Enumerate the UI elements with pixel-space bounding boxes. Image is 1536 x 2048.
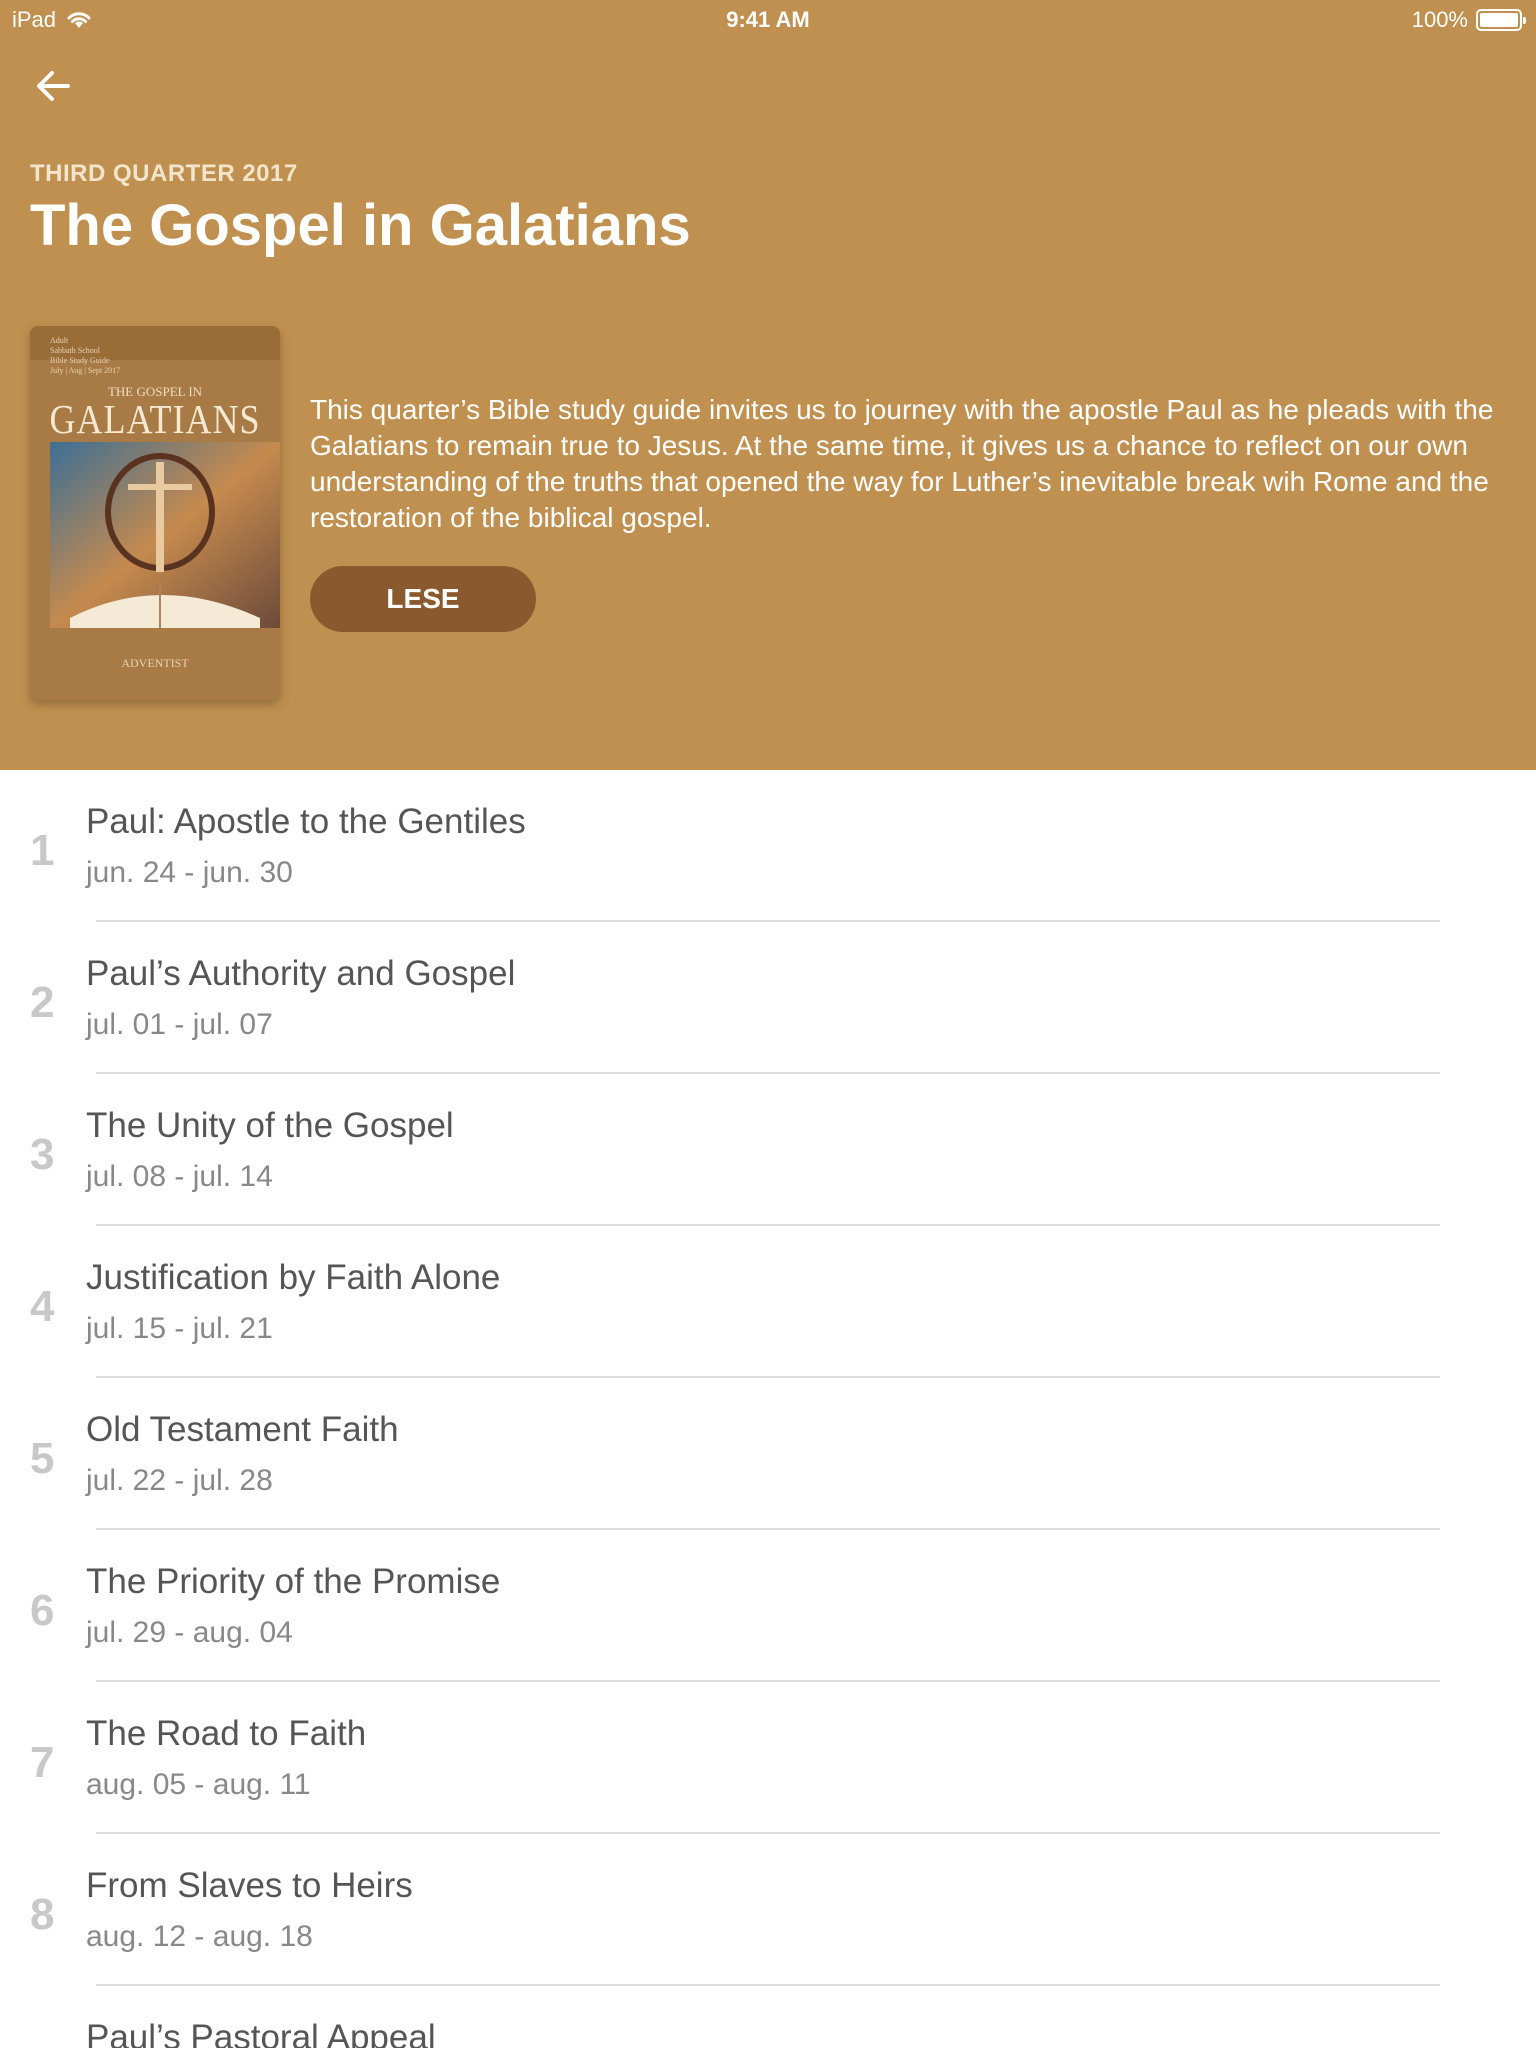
lesson-number: 6 (30, 1586, 55, 1635)
quarter-label: THIRD QUARTER 2017 (30, 160, 298, 187)
read-button[interactable]: LESE (310, 566, 536, 632)
cover-sub-line: Bible Study Guide (50, 356, 110, 365)
lesson-number: 1 (30, 826, 55, 875)
lesson-number: 2 (30, 978, 55, 1027)
status-bar: iPad 9:41 AM 100% (0, 0, 1536, 40)
cover-artwork (50, 442, 280, 628)
lesson-date: jul. 22 - jul. 28 (86, 1464, 273, 1497)
lesson-item[interactable]: 1 Paul: Apostle to the Gentiles jun. 24 … (0, 770, 1536, 922)
cover-sub-line: Sabbath School (50, 346, 100, 355)
lesson-title: The Priority of the Promise (86, 1562, 501, 1601)
lesson-date: aug. 12 - aug. 18 (86, 1920, 313, 1953)
lesson-title: Justification by Faith Alone (86, 1258, 501, 1297)
quarterly-description: This quarter’s Bible study guide invites… (310, 394, 1494, 533)
arrow-left-icon (37, 71, 70, 101)
lesson-item[interactable]: 7 The Road to Faith aug. 05 - aug. 11 (0, 1682, 1536, 1834)
lesson-number: 5 (30, 1434, 55, 1483)
lesson-title: The Unity of the Gospel (86, 1106, 454, 1145)
lesson-list: 1 Paul: Apostle to the Gentiles jun. 24 … (0, 770, 1536, 2048)
cover-sub-line: July | Aug | Sept 2017 (50, 366, 121, 375)
lesson-date: jul. 29 - aug. 04 (86, 1616, 293, 1649)
lesson-item[interactable]: 8 From Slaves to Heirs aug. 12 - aug. 18 (0, 1834, 1536, 1986)
lesson-date: aug. 05 - aug. 11 (86, 1768, 311, 1801)
lesson-title: Paul’s Pastoral Appeal (86, 2018, 436, 2048)
lesson-date: jul. 15 - jul. 21 (86, 1312, 273, 1345)
lesson-title: Paul’s Authority and Gospel (86, 954, 516, 993)
quarterly-header: iPad 9:41 AM 100% THIRD QUARTER 2017 The… (0, 0, 1536, 770)
status-right: 100% (1411, 7, 1526, 33)
battery-icon (1476, 9, 1526, 31)
battery-percent: 100% (1411, 7, 1468, 32)
lesson-date: jul. 01 - jul. 07 (86, 1008, 273, 1041)
lesson-date: jun. 24 - jun. 30 (86, 856, 293, 889)
back-button[interactable] (28, 60, 80, 112)
lesson-item[interactable]: 4 Justification by Faith Alone jul. 15 -… (0, 1226, 1536, 1378)
cover-image: Adult Sabbath School Bible Study Guide J… (30, 326, 280, 700)
lesson-number: 9 (30, 2042, 54, 2048)
battery-fill (1480, 13, 1518, 27)
lesson-title: Paul: Apostle to the Gentiles (86, 802, 526, 841)
cover-title-big: GALATIANS (49, 396, 261, 442)
lesson-number: 4 (30, 1282, 55, 1331)
lesson-item[interactable]: 9 Paul’s Pastoral Appeal (0, 1986, 1536, 2048)
lesson-number: 7 (30, 1738, 55, 1787)
cover-subtitle: Adult Sabbath School Bible Study Guide J… (50, 336, 120, 376)
lesson-title: The Road to Faith (86, 1714, 367, 1753)
lesson-item[interactable]: 3 The Unity of the Gospel jul. 08 - jul.… (0, 1074, 1536, 1226)
lesson-number: 8 (30, 1890, 55, 1939)
status-time: 9:41 AM (726, 7, 810, 32)
lesson-title: Old Testament Faith (86, 1410, 399, 1449)
lesson-date: jul. 08 - jul. 14 (86, 1160, 273, 1193)
lesson-item[interactable]: 2 Paul’s Authority and Gospel jul. 01 - … (0, 922, 1536, 1074)
cover-sub-line: Adult (50, 336, 69, 345)
lesson-item[interactable]: 5 Old Testament Faith jul. 22 - jul. 28 (0, 1378, 1536, 1530)
lesson-item[interactable]: 6 The Priority of the Promise jul. 29 - … (0, 1530, 1536, 1682)
lesson-number: 3 (30, 1130, 55, 1179)
cover-logo: ADVENTIST (121, 656, 189, 670)
lesson-title: From Slaves to Heirs (86, 1866, 413, 1905)
quarterly-title: The Gospel in Galatians (30, 193, 691, 258)
